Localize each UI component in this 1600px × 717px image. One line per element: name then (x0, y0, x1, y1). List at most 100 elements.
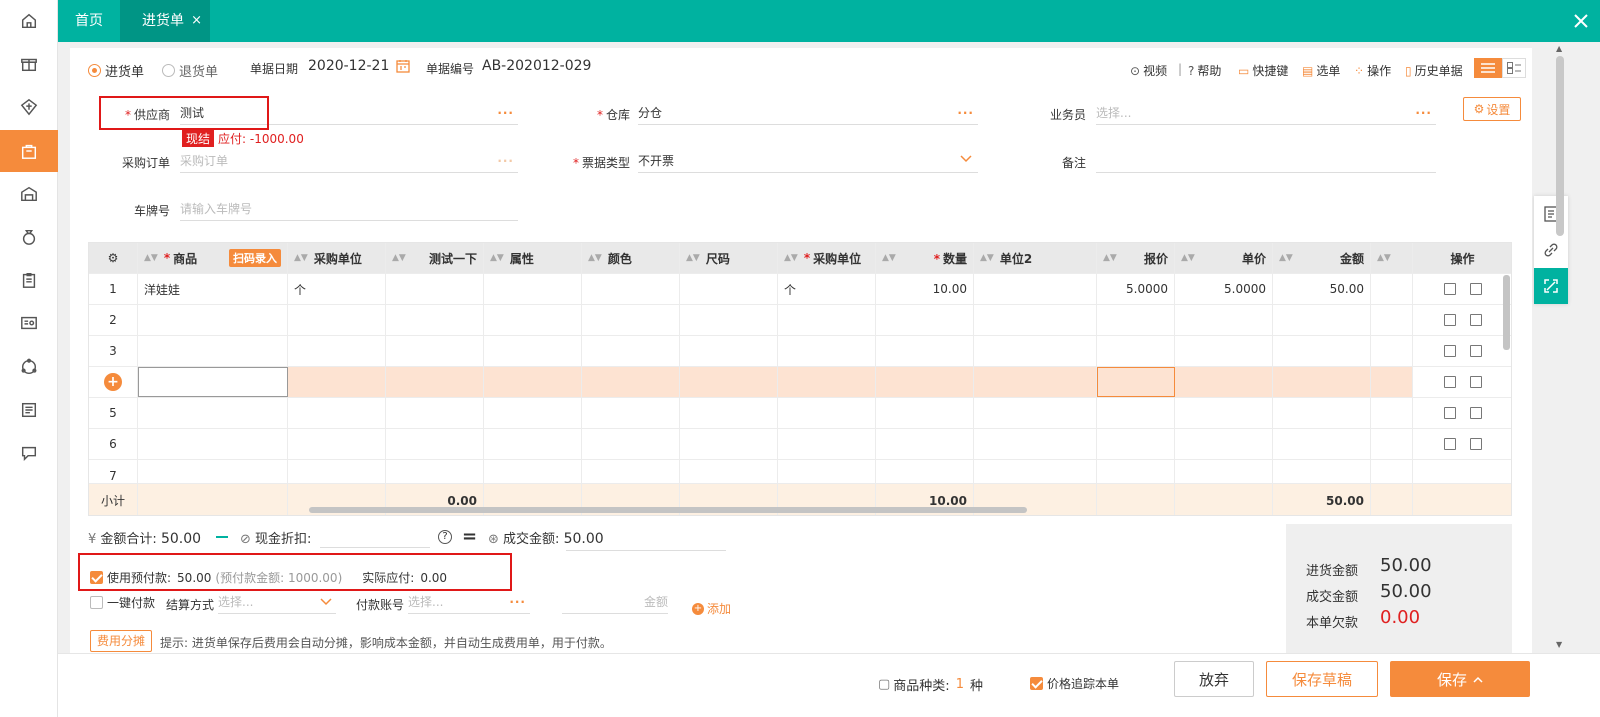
settle-method-select[interactable]: 选择... (218, 590, 336, 614)
cell[interactable] (1273, 367, 1371, 397)
add-payment-button[interactable]: + 添加 (692, 600, 731, 617)
cell[interactable] (582, 336, 680, 366)
cell-quantity[interactable]: 10.00 (876, 274, 974, 304)
select-doc-button[interactable]: ▤ 选单 (1302, 62, 1340, 79)
cell[interactable] (288, 367, 386, 397)
cell-product[interactable] (138, 336, 288, 366)
cell[interactable] (1273, 398, 1371, 428)
help-circle-icon[interactable]: ? (438, 530, 452, 544)
video-button[interactable]: ⊙ 视频 (1130, 62, 1167, 79)
cell[interactable] (1175, 367, 1273, 397)
cell[interactable] (1175, 336, 1273, 366)
cell[interactable] (582, 460, 680, 483)
col-size[interactable]: ▲▼ 尺码 (680, 243, 778, 273)
cell[interactable] (1273, 460, 1371, 483)
grid-vertical-scrollbar[interactable] (1503, 275, 1510, 350)
cell[interactable] (386, 305, 484, 335)
grid-horizontal-scrollbar[interactable] (309, 507, 1027, 513)
cell[interactable] (778, 336, 876, 366)
cell[interactable] (680, 305, 778, 335)
invoice-type-select[interactable]: 不开票 (638, 149, 978, 173)
page-scrollbar[interactable]: ▲ ▼ (1554, 44, 1566, 654)
tab-purchase-order[interactable]: 进货单 × (120, 0, 210, 42)
cell-product-editing[interactable] (138, 367, 288, 397)
cell[interactable] (386, 336, 484, 366)
cell[interactable] (778, 367, 876, 397)
po-input[interactable]: 采购订单 ··· (180, 149, 518, 173)
cell-product[interactable]: 洋娃娃 (138, 274, 288, 304)
col-amount[interactable]: ▲▼ 金额 (1273, 243, 1371, 273)
cell[interactable] (1273, 305, 1371, 335)
cell[interactable] (288, 305, 386, 335)
sidebar-gift-icon[interactable] (0, 43, 58, 85)
cell[interactable] (974, 336, 1097, 366)
sidebar-chat-icon[interactable] (0, 432, 58, 474)
scroll-down-icon[interactable]: ▼ (1556, 640, 1562, 649)
save-button[interactable]: 保存 (1390, 661, 1530, 697)
pay-amount-input[interactable]: 金额 (562, 590, 668, 614)
cell[interactable] (386, 460, 484, 483)
cell[interactable] (582, 429, 680, 459)
cell-product[interactable] (138, 398, 288, 428)
cell[interactable] (974, 398, 1097, 428)
cell[interactable] (288, 460, 386, 483)
cell-unit2[interactable] (974, 274, 1097, 304)
col-unit-price[interactable]: ▲▼ 单价 (1175, 243, 1273, 273)
operation-button[interactable]: ⁘ 操作 (1354, 62, 1391, 79)
supplier-more-icon[interactable]: ··· (497, 101, 514, 125)
sidebar-news-icon[interactable] (0, 389, 58, 431)
scan-input-button[interactable]: 扫码录入 (229, 249, 281, 267)
cell[interactable] (876, 429, 974, 459)
cell[interactable] (974, 305, 1097, 335)
cell[interactable] (680, 460, 778, 483)
cell[interactable] (974, 367, 1097, 397)
doctype-return-radio[interactable]: 退货单 (162, 52, 218, 88)
doctype-purchase-radio[interactable]: 进货单 (88, 52, 144, 88)
discard-button[interactable]: 放弃 (1174, 661, 1254, 697)
cell[interactable] (778, 305, 876, 335)
sidebar-warehouse-icon[interactable] (0, 173, 58, 215)
tab-close-icon[interactable]: × (191, 0, 202, 42)
col-color[interactable]: ▲▼ 颜色 (582, 243, 680, 273)
copy-icon[interactable] (1469, 345, 1482, 357)
cell[interactable] (876, 460, 974, 483)
cell-color[interactable] (582, 274, 680, 304)
tab-home[interactable]: 首页 (58, 0, 120, 42)
cell[interactable] (974, 460, 1097, 483)
cell[interactable] (1175, 460, 1273, 483)
cell[interactable] (1273, 336, 1371, 366)
copy-icon[interactable] (1469, 438, 1482, 450)
cell[interactable] (484, 460, 582, 483)
calendar-icon[interactable] (396, 59, 410, 73)
col-product[interactable]: ▲▼ * 商品 扫码录入 (138, 243, 288, 273)
delete-icon[interactable] (1443, 407, 1456, 419)
cell[interactable] (1175, 429, 1273, 459)
sidebar-home-icon[interactable] (0, 0, 58, 42)
copy-icon[interactable] (1469, 407, 1482, 419)
cell[interactable] (1175, 305, 1273, 335)
cell[interactable] (386, 367, 484, 397)
delete-icon[interactable] (1443, 376, 1456, 388)
cell-quote[interactable]: 5.0000 (1097, 274, 1175, 304)
col-quantity[interactable]: ▲▼ * 数量 (876, 243, 974, 273)
delete-icon[interactable] (1443, 314, 1456, 326)
card-view-toggle[interactable] (1502, 58, 1526, 78)
cell[interactable] (876, 305, 974, 335)
col-extra[interactable]: ▲▼ (1371, 243, 1413, 273)
cell[interactable] (484, 336, 582, 366)
cell-purchase-unit[interactable]: 个 (288, 274, 386, 304)
help-button[interactable]: ? 帮助 (1188, 62, 1221, 79)
cell[interactable] (582, 305, 680, 335)
cell[interactable] (778, 398, 876, 428)
col-attribute[interactable]: ▲▼ 属性 (484, 243, 582, 273)
list-view-toggle[interactable] (1474, 58, 1502, 78)
cell[interactable] (484, 367, 582, 397)
cell[interactable] (484, 305, 582, 335)
sidebar-money-icon[interactable] (0, 86, 58, 128)
salesman-input[interactable]: 选择... ··· (1096, 101, 1436, 125)
cell[interactable] (288, 336, 386, 366)
use-prepay-checkbox[interactable]: 使用预付款: 50.00 (预付款金额: 1000.00) 实际应付: 0.00 (90, 569, 447, 586)
grid-settings-icon[interactable]: ⚙ (89, 243, 138, 273)
fee-split-button[interactable]: 费用分摊 (90, 630, 153, 652)
settings-button[interactable]: ⚙ 设置 (1463, 97, 1521, 121)
